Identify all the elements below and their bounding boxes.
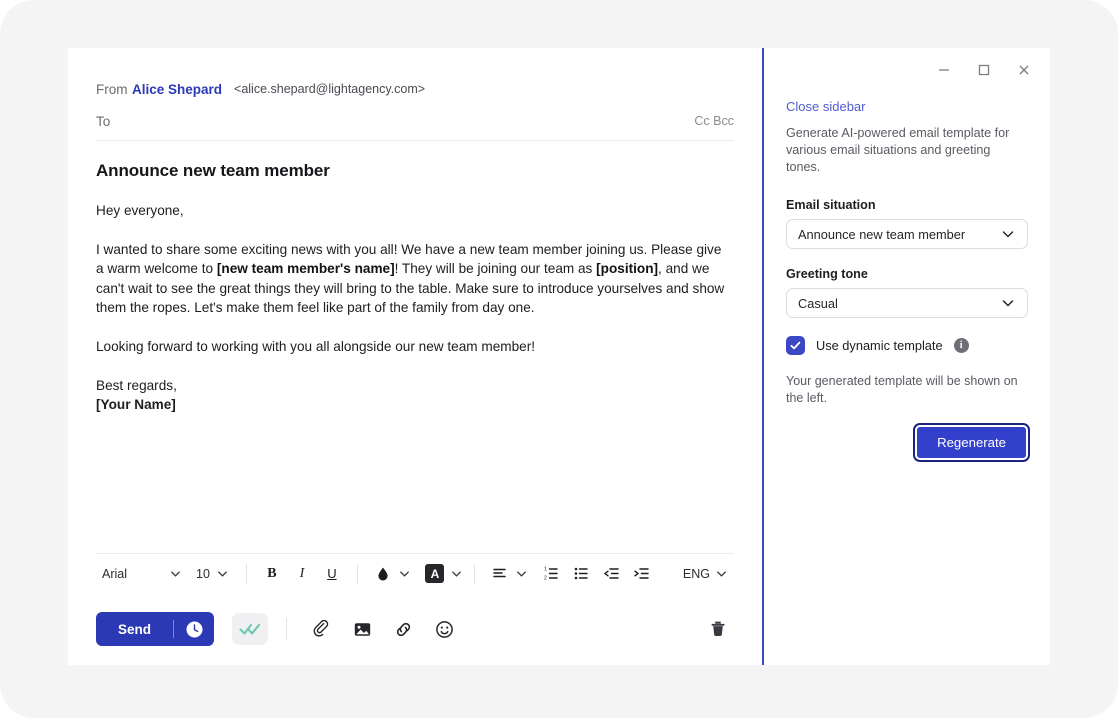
close-button[interactable] <box>1012 58 1036 82</box>
sidebar-help-text: Your generated template will be shown on… <box>786 374 1018 405</box>
bullet-list-icon <box>575 567 589 580</box>
formatting-toolbar: Arial 10 B I U A 1 2 ENG <box>96 553 734 593</box>
paragraph-1-part-b: ! They will be joining our team as <box>394 261 597 277</box>
chevron-down-icon <box>400 571 409 577</box>
svg-text:1: 1 <box>544 567 547 573</box>
chevron-down-icon <box>1002 231 1014 238</box>
highlight-letter: A <box>425 564 445 583</box>
paperclip-icon <box>313 619 328 637</box>
email-body[interactable]: Announce new team member Hey everyone, I… <box>68 141 762 553</box>
info-icon[interactable]: i <box>953 338 969 353</box>
body-greeting: Hey everyone, <box>96 203 184 218</box>
double-check-icon <box>239 623 261 635</box>
outdent-button[interactable] <box>598 560 626 588</box>
compose-pane: From Alice Shepard <alice.shepard@lighta… <box>68 48 762 665</box>
insert-link-button[interactable] <box>387 613 419 645</box>
regenerate-row: Regenerate <box>786 425 1028 460</box>
image-icon <box>354 622 370 636</box>
clock-icon <box>186 621 203 637</box>
minimize-button[interactable] <box>932 58 956 82</box>
body-paragraph-2: Looking forward to working with you all … <box>96 338 535 354</box>
bullet-list-button[interactable] <box>568 560 596 588</box>
toolbar-divider <box>473 563 475 584</box>
attach-file-button[interactable] <box>305 613 337 645</box>
align-select[interactable] <box>486 560 528 588</box>
action-bar: Send <box>96 593 734 665</box>
insert-image-button[interactable] <box>346 613 378 645</box>
link-icon <box>396 622 410 636</box>
underline-button[interactable]: U <box>318 560 346 588</box>
placeholder-member-name: [new team member's name] <box>216 261 395 277</box>
close-sidebar-link[interactable]: Close sidebar <box>786 99 866 114</box>
compose-window: From Alice Shepard <alice.shepard@lighta… <box>68 48 1050 665</box>
read-receipt-toggle[interactable] <box>232 613 269 645</box>
emoji-icon <box>435 620 453 638</box>
from-label: From <box>96 81 128 97</box>
send-label: Send <box>118 621 152 637</box>
language-select[interactable]: ENG <box>677 560 734 588</box>
to-row[interactable]: To Cc Bcc <box>96 106 734 136</box>
from-row: From Alice Shepard <alice.shepard@lighta… <box>96 74 734 104</box>
greeting-tone-value: Casual <box>798 295 838 311</box>
insert-emoji-button[interactable] <box>428 613 460 645</box>
trash-icon <box>711 621 725 637</box>
regenerate-button[interactable]: Regenerate <box>915 425 1028 460</box>
font-size-select[interactable]: 10 <box>190 560 235 588</box>
font-family-select[interactable]: Arial <box>96 560 188 588</box>
from-sender-name[interactable]: Alice Shepard <box>132 82 222 97</box>
greeting-tone-label: Greeting tone <box>786 267 868 281</box>
email-situation-select[interactable]: Announce new team member <box>786 219 1028 249</box>
font-family-value: Arial <box>102 566 128 581</box>
numbered-list-button[interactable]: 1 2 <box>538 560 566 588</box>
dynamic-template-label: Use dynamic template <box>816 338 943 353</box>
svg-text:2: 2 <box>544 575 547 581</box>
toolbar-divider <box>356 563 358 584</box>
text-color-select[interactable] <box>369 560 411 588</box>
indent-button[interactable] <box>628 560 656 588</box>
numbered-list-icon: 1 2 <box>544 567 559 581</box>
indent-icon <box>634 568 650 579</box>
from-sender-email: <alice.shepard@lightagency.com> <box>234 82 426 96</box>
send-button[interactable]: Send <box>96 612 215 646</box>
placeholder-your-name: [Your Name] <box>96 397 176 413</box>
compose-header: From Alice Shepard <alice.shepard@lighta… <box>68 48 762 136</box>
outdent-icon <box>604 568 620 579</box>
maximize-button[interactable] <box>972 58 996 82</box>
check-icon <box>790 341 801 350</box>
subject-line[interactable]: Announce new team member <box>96 161 734 181</box>
window-controls <box>910 48 1050 92</box>
dynamic-template-checkbox[interactable] <box>786 336 805 355</box>
email-situation-value: Announce new team member <box>798 226 966 242</box>
font-size-value: 10 <box>196 566 210 581</box>
chevron-down-icon <box>452 571 461 577</box>
body-signature: Best regards, [Your Name] <box>96 376 731 415</box>
chevron-down-icon <box>218 571 227 577</box>
bold-button[interactable]: B <box>258 560 286 588</box>
dynamic-template-row: Use dynamic template i <box>786 336 1028 355</box>
ai-template-sidebar: Close sidebar Generate AI-powered email … <box>762 48 1050 665</box>
cc-bcc-toggle[interactable]: Cc Bcc <box>694 114 734 128</box>
body-paragraph-1: I wanted to share some exciting news wit… <box>96 240 731 318</box>
chevron-down-icon <box>517 571 526 577</box>
email-situation-label: Email situation <box>786 198 876 212</box>
placeholder-position: [position] <box>596 261 659 277</box>
chevron-down-icon <box>717 571 726 577</box>
action-divider <box>286 618 288 640</box>
toolbar-divider <box>245 563 247 584</box>
highlight-color-select[interactable]: A <box>421 560 463 588</box>
page-background: From Alice Shepard <alice.shepard@lighta… <box>0 0 1118 718</box>
greeting-tone-select[interactable]: Casual <box>786 288 1028 318</box>
signoff-text: Best regards, <box>96 377 177 393</box>
chevron-down-icon <box>1002 300 1014 307</box>
align-left-icon <box>486 560 514 588</box>
schedule-send-button[interactable] <box>174 620 214 639</box>
droplet-icon <box>369 560 397 588</box>
sidebar-description: Generate AI-powered email template for v… <box>786 126 1010 174</box>
language-value: ENG <box>682 566 710 581</box>
highlight-icon: A <box>421 560 449 588</box>
chevron-down-icon <box>171 571 180 577</box>
discard-draft-button[interactable] <box>702 613 734 645</box>
italic-button[interactable]: I <box>288 560 316 588</box>
to-label: To <box>96 113 111 129</box>
